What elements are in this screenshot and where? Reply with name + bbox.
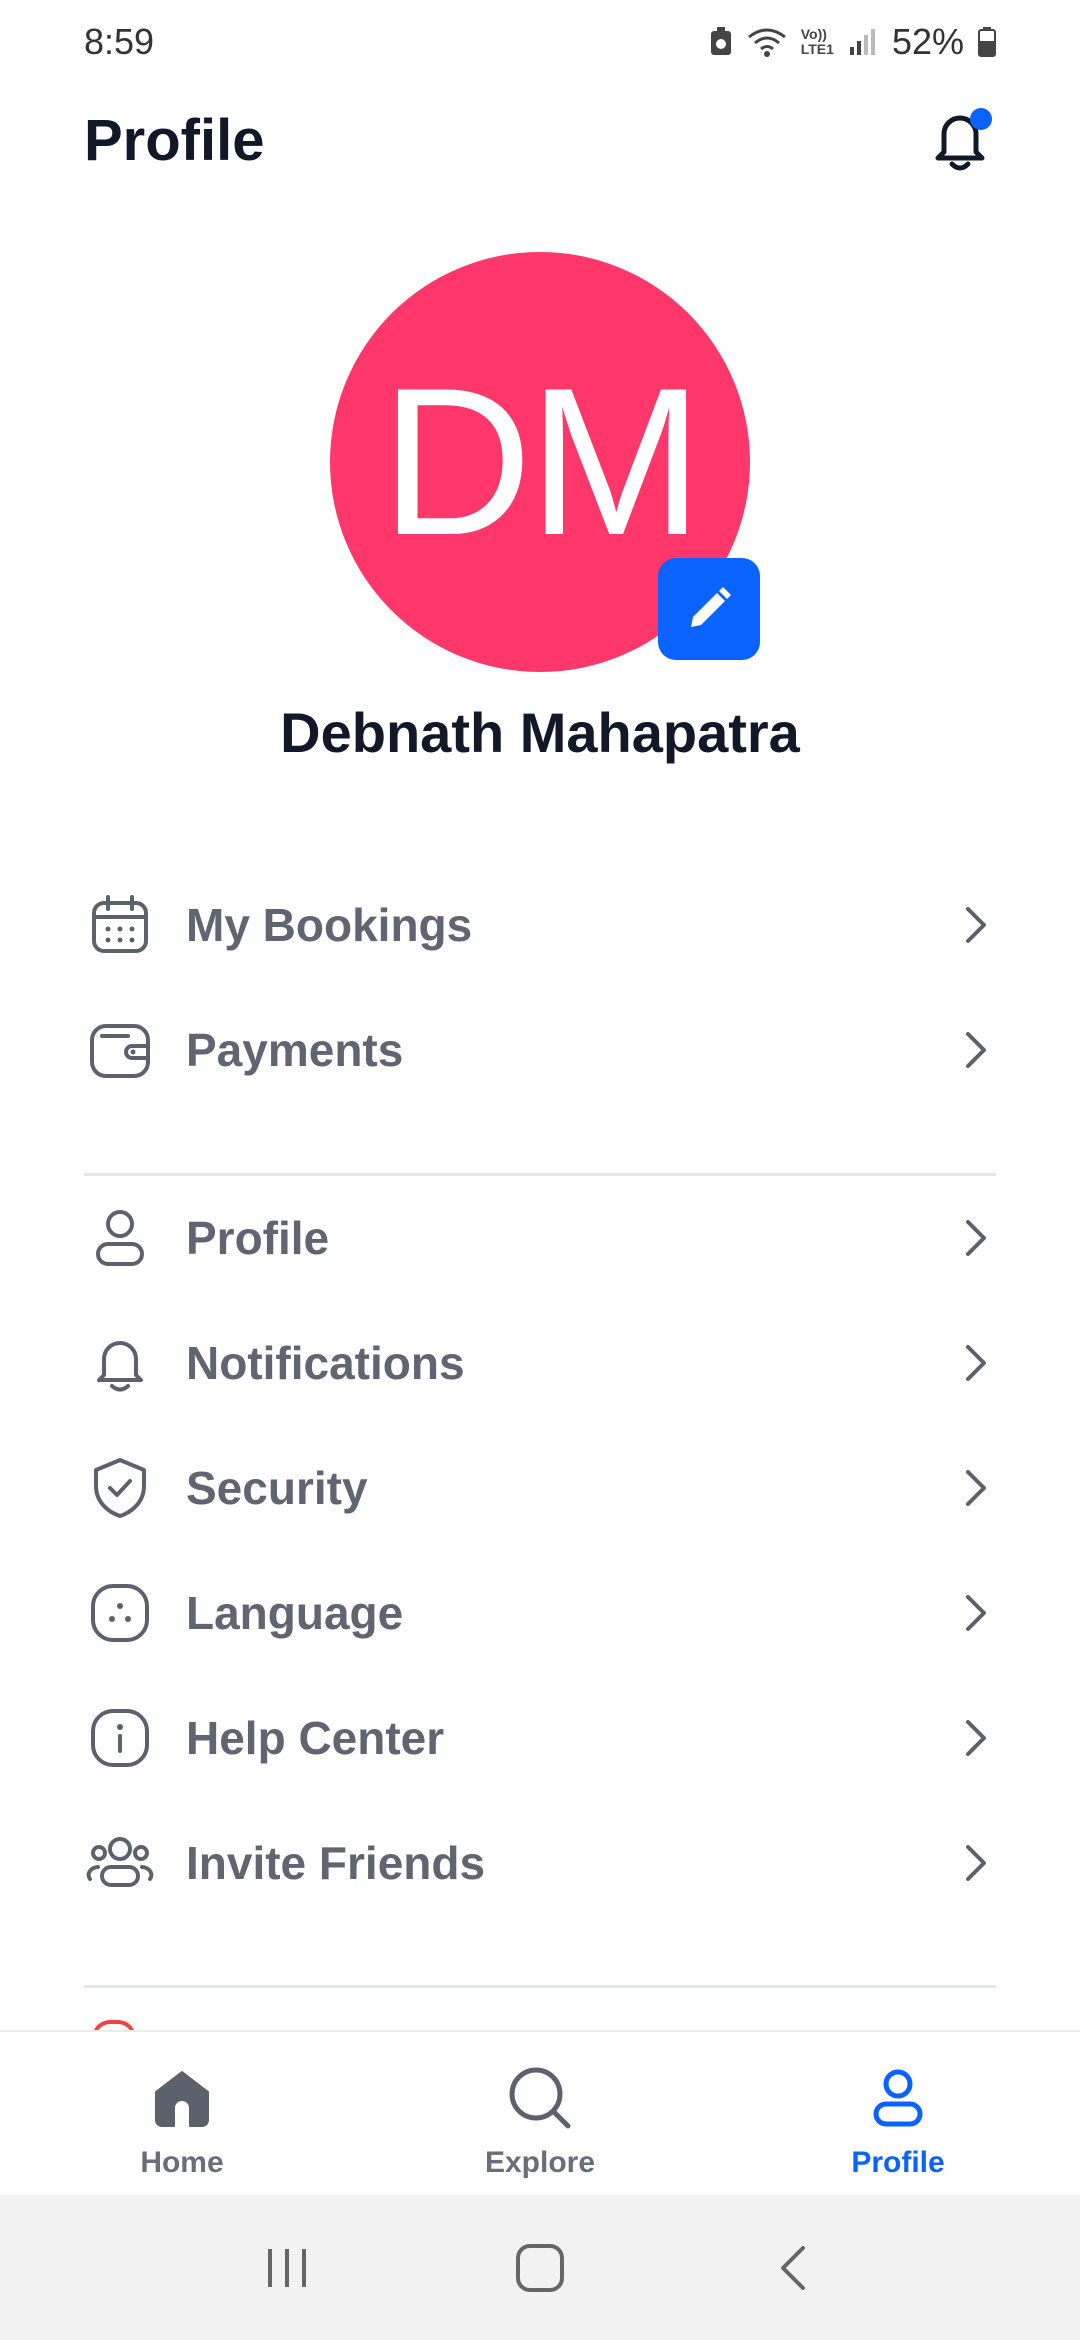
menu-label: Notifications <box>186 1337 465 1389</box>
language-icon <box>84 1577 156 1649</box>
search-icon <box>504 2062 576 2134</box>
notification-badge <box>970 108 992 130</box>
menu-label: Security <box>186 1462 368 1514</box>
wifi-icon <box>747 28 786 57</box>
nav-home[interactable]: Home <box>82 2032 282 2195</box>
bell-icon <box>84 1327 156 1399</box>
chevron-right-icon <box>956 1468 996 1508</box>
chevron-right-icon <box>956 1593 996 1633</box>
shield-check-icon <box>84 1452 156 1524</box>
menu-item-notifications[interactable]: Notifications <box>84 1308 996 1418</box>
nav-label: Home <box>140 2146 224 2179</box>
menu-label: My Bookings <box>186 899 473 951</box>
menu-divider <box>84 1173 996 1176</box>
status-icons: Vo)) LTE1 52% <box>709 21 996 63</box>
home-system-button[interactable] <box>500 2228 580 2308</box>
menu-label: Language <box>186 1587 404 1639</box>
chevron-right-icon <box>956 1718 996 1758</box>
nav-label: Profile <box>851 2146 945 2179</box>
system-nav-bar <box>0 2195 1080 2340</box>
chevron-right-icon <box>956 905 996 945</box>
nav-explore[interactable]: Explore <box>440 2032 640 2195</box>
home-icon <box>146 2062 218 2134</box>
notifications-button[interactable] <box>924 104 996 176</box>
chevron-right-icon <box>956 1218 996 1258</box>
page-title: Profile <box>84 107 265 173</box>
bottom-nav: Home Explore Profile <box>0 2030 1080 2195</box>
status-time: 8:59 <box>84 21 155 62</box>
users-icon <box>84 1827 156 1899</box>
status-bar: 8:59 Vo)) LTE1 52% <box>0 0 1080 84</box>
user-name: Debnath Mahapatra <box>280 701 800 764</box>
menu-item-profile[interactable]: Profile <box>84 1183 996 1293</box>
header: Profile <box>0 90 1080 190</box>
menu-label: Invite Friends <box>186 1837 486 1889</box>
menu-divider <box>84 1985 996 1988</box>
menu-item-language[interactable]: Language <box>84 1558 996 1668</box>
nav-profile[interactable]: Profile <box>798 2032 998 2195</box>
menu-item-help-center[interactable]: Help Center <box>84 1683 996 1793</box>
home-square-icon <box>515 2243 564 2292</box>
signal-icon <box>849 29 875 55</box>
nav-label: Explore <box>484 2146 596 2179</box>
menu-item-invite-friends[interactable]: Invite Friends <box>84 1808 996 1918</box>
menu-label: Profile <box>186 1212 330 1264</box>
volte-label: Vo)) LTE1 <box>800 26 834 57</box>
recent-apps-icon <box>267 2248 306 2287</box>
info-icon <box>84 1702 156 1774</box>
chevron-right-icon <box>956 1030 996 1070</box>
battery-icon <box>978 27 996 57</box>
avatar-initials: DM <box>380 344 704 579</box>
chevron-right-icon <box>956 1343 996 1383</box>
battery-percent: 52% <box>891 21 964 62</box>
back-chevron-icon <box>781 2245 806 2290</box>
wallet-icon <box>84 1014 156 1086</box>
menu-item-payments[interactable]: Payments <box>84 995 996 1105</box>
pencil-icon <box>691 587 731 627</box>
chevron-right-icon <box>956 1843 996 1883</box>
profile-screen: 8:59 Vo)) LTE1 52% Profile DM Debnath Ma… <box>0 0 1080 2340</box>
edit-avatar-button[interactable] <box>658 558 760 660</box>
menu-item-my-bookings[interactable]: My Bookings <box>84 870 996 980</box>
battery-saver-icon <box>710 27 731 55</box>
menu-label: Help Center <box>186 1712 445 1764</box>
user-icon <box>862 2062 934 2134</box>
recent-apps-button[interactable] <box>247 2228 327 2308</box>
menu-item-security[interactable]: Security <box>84 1433 996 1543</box>
user-icon <box>84 1202 156 1274</box>
calendar-icon <box>84 889 156 961</box>
menu-label: Payments <box>186 1024 404 1076</box>
back-button[interactable] <box>753 2228 833 2308</box>
